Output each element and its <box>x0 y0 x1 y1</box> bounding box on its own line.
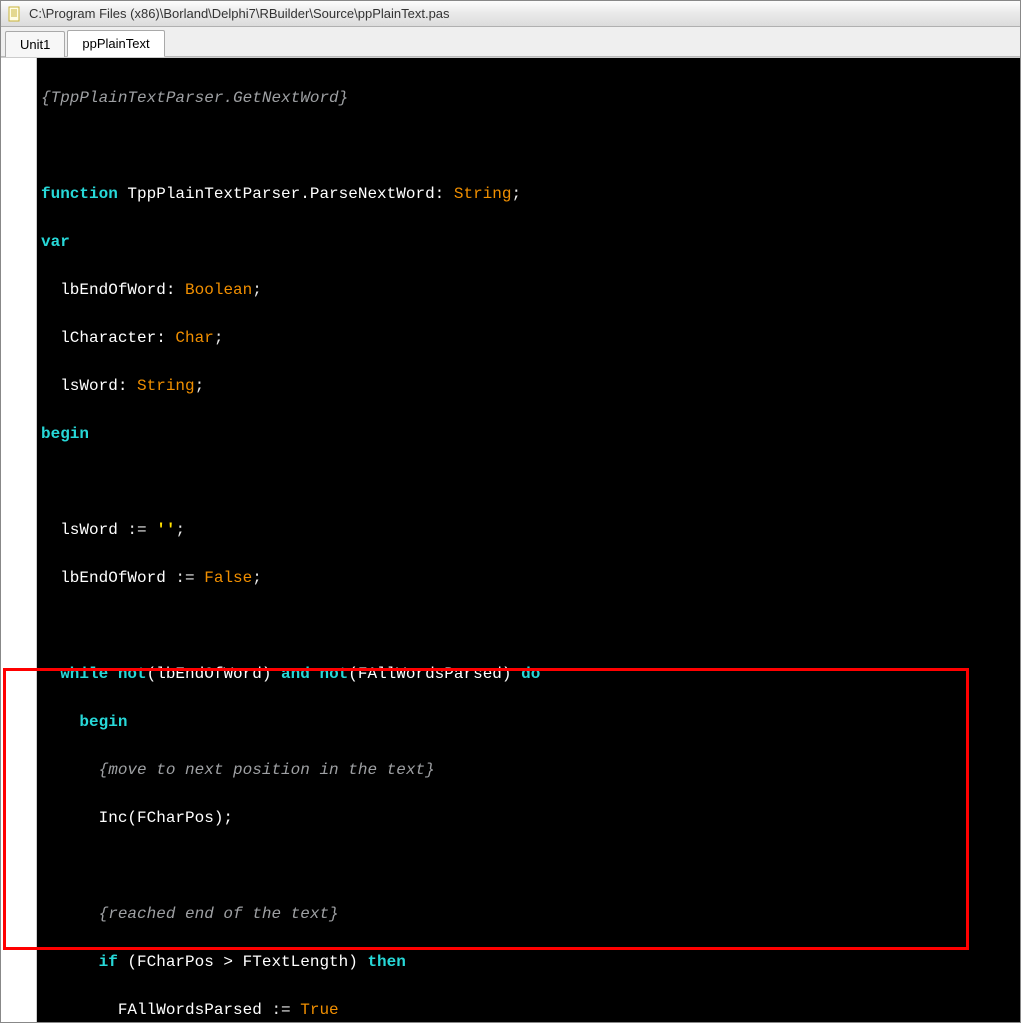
editor: {TppPlainTextParser.GetNextWord} functio… <box>1 57 1020 1022</box>
comment: {TppPlainTextParser.GetNextWord} <box>41 89 348 107</box>
gutter <box>1 58 37 1022</box>
keyword-var: var <box>41 233 70 251</box>
comment: {move to next position in the text} <box>41 761 435 779</box>
comment: {reached end of the text} <box>41 905 339 923</box>
keyword-begin: begin <box>41 425 89 443</box>
code-area[interactable]: {TppPlainTextParser.GetNextWord} functio… <box>37 58 1020 1022</box>
tab-label: ppPlainText <box>82 36 149 51</box>
title-bar: C:\Program Files (x86)\Borland\Delphi7\R… <box>1 1 1020 27</box>
tab-strip: Unit1 ppPlainText <box>1 27 1020 57</box>
tab-unit1[interactable]: Unit1 <box>5 31 65 57</box>
file-icon <box>7 6 23 22</box>
keyword-function: function <box>41 185 118 203</box>
window-title: C:\Program Files (x86)\Borland\Delphi7\R… <box>29 6 450 21</box>
tab-ppplaintext[interactable]: ppPlainText <box>67 30 164 57</box>
tab-label: Unit1 <box>20 37 50 52</box>
